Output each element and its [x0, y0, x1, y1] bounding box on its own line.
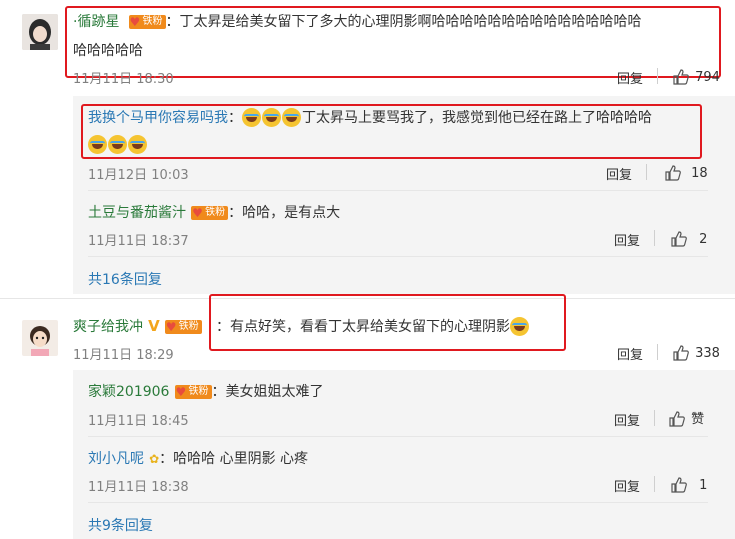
laugh-cry-emoji-icon: [242, 108, 261, 127]
laugh-cry-emoji-icon: [282, 108, 301, 127]
comment-username[interactable]: ·循跡星: [73, 14, 119, 30]
reply-text: ：哈哈哈 心里阴影 心疼: [159, 451, 309, 467]
badge-label: 铁粉: [178, 320, 199, 332]
avatar[interactable]: [22, 320, 58, 356]
divider: [646, 164, 647, 180]
like-count: 794: [695, 70, 720, 85]
reply-time: 11月11日 18:45: [88, 414, 189, 429]
comment-line: ·循跡星 ♥ 铁粉 ：丁太昇是给美女留下了多大的心理阴影啊哈哈哈哈哈哈哈哈哈哈哈哈哈…: [73, 11, 642, 31]
fan-badge[interactable]: ♥ 铁粉: [164, 319, 202, 334]
grin-sweat-emoji-icon: [88, 135, 107, 154]
reply-time: 11月12日 10:03: [88, 168, 189, 183]
like-count: 18: [691, 166, 708, 181]
reply-button[interactable]: 回复: [617, 68, 643, 87]
like-count: 2: [699, 232, 708, 247]
divider: [88, 190, 708, 191]
comment-time: 11月11日 18:29: [73, 348, 174, 363]
more-replies-link[interactable]: 共16条回复: [88, 269, 162, 289]
like-button[interactable]: 338: [672, 342, 720, 362]
emoji-row: [88, 134, 148, 154]
reply-line: 土豆与番茄酱汁 ♥ 铁粉 ：哈哈，是有点大: [88, 202, 340, 222]
divider: [654, 410, 655, 426]
reply-line: 刘小凡呢 ✿：哈哈哈 心里阴影 心疼: [88, 448, 308, 468]
divider: [88, 436, 708, 437]
reply-username[interactable]: 刘小凡呢: [88, 451, 144, 467]
comment-time: 11月11日 18:30: [73, 72, 174, 87]
grin-sweat-emoji-icon: [128, 135, 147, 154]
reply-time: 11月11日 18:38: [88, 480, 189, 495]
reply-button[interactable]: 回复: [606, 164, 632, 183]
thumbs-up-icon: [665, 164, 681, 181]
heart-icon: ♥: [175, 384, 187, 399]
avatar[interactable]: [22, 14, 58, 50]
laugh-cry-emoji-icon: [262, 108, 281, 127]
colon: ：: [228, 110, 242, 126]
thumbs-up-icon: [671, 230, 687, 247]
thumbs-up-icon: [671, 476, 687, 493]
thumbs-up-icon: [673, 68, 689, 85]
reply-button[interactable]: 回复: [617, 344, 643, 363]
like-button[interactable]: 赞: [668, 408, 704, 428]
reply-time: 11月11日 18:37: [88, 234, 189, 249]
badge-label: 铁粉: [142, 15, 163, 27]
reply-button[interactable]: 回复: [614, 476, 640, 495]
divider: [88, 256, 708, 257]
reply-line: 家颖201906 ♥ 铁粉 ：美女姐姐太难了: [88, 381, 324, 401]
reply-button[interactable]: 回复: [614, 410, 640, 429]
comment-text: ：丁太昇是给美女留下了多大的心理阴影啊哈哈哈哈哈哈哈哈哈哈哈哈哈哈哈: [165, 14, 642, 30]
fan-badge[interactable]: ♥ 铁粉: [174, 384, 212, 399]
comment-username[interactable]: 爽子给我冲: [73, 319, 143, 335]
fan-badge[interactable]: ♥ 铁粉: [191, 205, 229, 220]
thumbs-up-icon: [669, 410, 685, 427]
comment-text-continued: 哈哈哈哈哈: [73, 43, 143, 59]
reply-username[interactable]: 家颖201906: [88, 384, 169, 400]
reply-username[interactable]: 土豆与番茄酱汁: [88, 205, 186, 221]
comment-line: 爽子给我冲 V ♥ 铁粉: [73, 316, 202, 336]
like-count: 赞: [691, 412, 705, 427]
heart-icon: ♥: [129, 14, 141, 29]
like-button[interactable]: 18: [664, 162, 708, 182]
more-replies-link[interactable]: 共9条回复: [88, 515, 153, 535]
heart-icon: ♥: [192, 205, 203, 220]
comment-text: ：有点好笑，看看丁太昇给美女留下的心理阴影: [216, 319, 510, 335]
like-count: 1: [699, 478, 708, 493]
verified-v-icon: V: [148, 317, 160, 335]
reply-text: ：哈哈，是有点大: [228, 205, 341, 221]
comment-text-line: ：有点好笑，看看丁太昇给美女留下的心理阴影: [216, 316, 530, 336]
badge-label: 铁粉: [188, 385, 209, 397]
divider: [657, 68, 658, 84]
heart-icon: ♥: [165, 319, 177, 334]
thumbs-up-icon: [673, 344, 689, 361]
reply-line: 我换个马甲你容易吗我： 丁太昇马上要骂我了，我感觉到他已经在路上了哈哈哈哈: [88, 107, 652, 127]
fan-badge[interactable]: ♥ 铁粉: [128, 14, 166, 29]
reply-username[interactable]: 我换个马甲你容易吗我: [88, 110, 228, 126]
reply-text: 丁太昇马上要骂我了，我感觉到他已经在路上了哈哈哈哈: [302, 110, 652, 126]
like-count: 338: [695, 346, 720, 361]
like-button[interactable]: 1: [670, 474, 707, 494]
reply-text: ：美女姐姐太难了: [211, 384, 324, 400]
reply-button[interactable]: 回复: [614, 230, 640, 249]
like-button[interactable]: 794: [672, 66, 720, 86]
divider: [654, 476, 655, 492]
grin-sweat-emoji-icon: [108, 135, 127, 154]
badge-label: 铁粉: [205, 206, 226, 218]
divider: [88, 502, 708, 503]
verified-v-icon: ✿: [149, 452, 160, 466]
divider: [657, 344, 658, 360]
laugh-cry-emoji-icon: [510, 317, 529, 336]
divider: [654, 230, 655, 246]
like-button[interactable]: 2: [670, 228, 707, 248]
